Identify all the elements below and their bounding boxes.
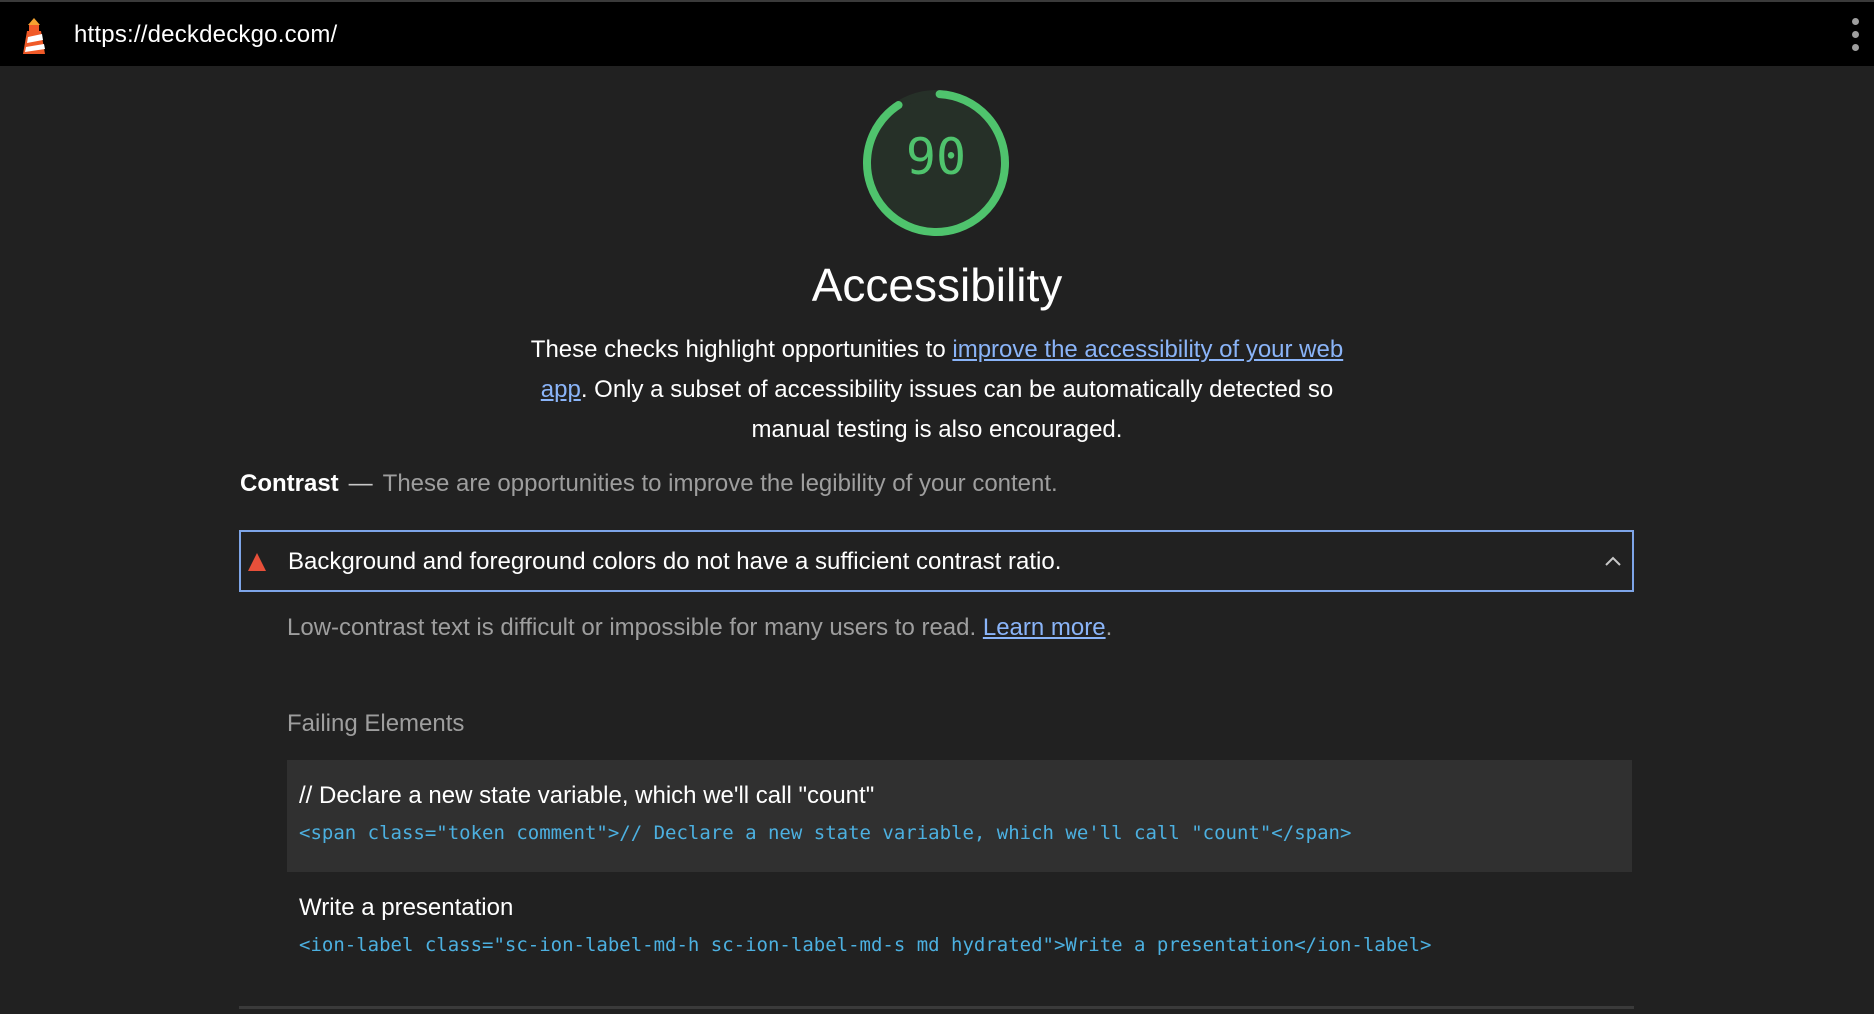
audit-title: Background and foreground colors do not …	[288, 548, 1062, 575]
score-value: 90	[905, 128, 967, 186]
group-description: These are opportunities to improve the l…	[382, 470, 1058, 497]
chevron-up-icon[interactable]	[1602, 550, 1624, 572]
node-label: // Declare a new state variable, which w…	[299, 782, 875, 809]
category-title: Accessibility	[811, 259, 1063, 311]
failing-node-row[interactable]: // Declare a new state variable, which w…	[287, 760, 1632, 872]
node-label: Write a presentation	[299, 894, 514, 921]
audit-description-text: Low-contrast text is difficult or imposs…	[287, 614, 983, 641]
node-snippet: <span class="token comment">// Declare a…	[299, 822, 1352, 844]
group-title: Contrast	[240, 470, 339, 497]
node-snippet: <ion-label class="sc-ion-label-md-h sc-i…	[299, 934, 1432, 956]
audit-description: Low-contrast text is difficult or imposs…	[287, 614, 1112, 642]
group-header: Contrast — These are opportunities to impr…	[240, 470, 1058, 498]
audit-color-contrast[interactable]: Background and foreground colors do not …	[239, 530, 1634, 592]
category-description: These checks highlight opportunities to …	[527, 330, 1347, 450]
page-url: https://deckdeckgo.com/	[74, 21, 338, 48]
fail-triangle-icon	[248, 553, 266, 571]
failing-elements-title: Failing Elements	[287, 710, 465, 737]
section-divider	[239, 1006, 1634, 1009]
lighthouse-icon	[23, 18, 45, 54]
kebab-menu-icon[interactable]	[1848, 16, 1864, 54]
group-dash: —	[348, 470, 373, 497]
category-description-text-2: . Only a subset of accessibility issues …	[580, 376, 1334, 443]
browser-topbar: https://deckdeckgo.com/	[0, 0, 1874, 66]
audit-description-period: .	[1105, 614, 1113, 641]
learn-more-link[interactable]: Learn more	[983, 614, 1106, 641]
failing-node-row[interactable]: Write a presentation <ion-label class="s…	[287, 872, 1632, 984]
category-description-text: These checks highlight opportunities to	[530, 336, 953, 363]
